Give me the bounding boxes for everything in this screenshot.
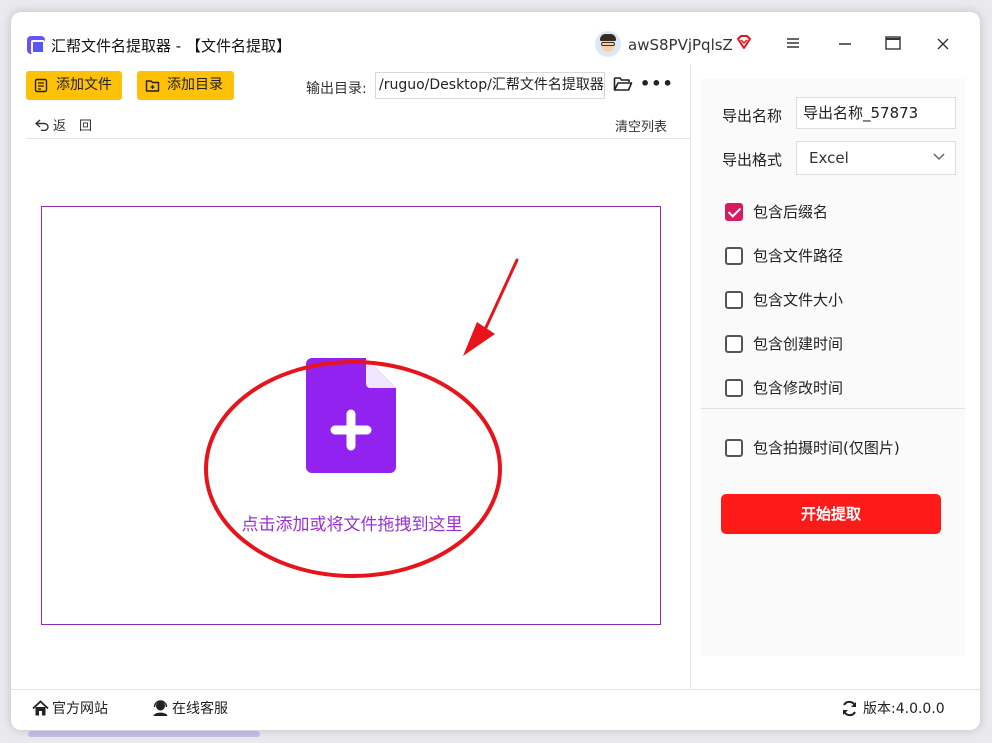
- toolbar-divider: [26, 138, 690, 139]
- export-name-label: 导出名称: [722, 107, 783, 125]
- option-include-extension[interactable]: 包含后缀名: [725, 202, 828, 222]
- add-file-label: 添加文件: [56, 77, 112, 93]
- start-extract-button[interactable]: 开始提取: [721, 494, 941, 534]
- add-directory-label: 添加目录: [167, 77, 223, 93]
- user-avatar[interactable]: [595, 31, 621, 57]
- option-include-modified-time[interactable]: 包含修改时间: [725, 378, 843, 398]
- official-site-label: 官方网站: [52, 701, 108, 717]
- more-options-icon[interactable]: •••: [640, 74, 674, 93]
- avatar-hair: [600, 34, 616, 41]
- chevron-down-icon: [933, 153, 945, 161]
- footer-divider: [11, 689, 980, 690]
- add-folder-icon: [145, 80, 160, 92]
- close-icon[interactable]: [931, 34, 955, 56]
- version-label: 版本:4.0.0.0: [863, 701, 945, 717]
- home-icon: [32, 700, 49, 716]
- back-arrow-icon: [34, 119, 49, 132]
- avatar-glasses: [601, 42, 615, 46]
- option-label: 包含文件路径: [753, 247, 844, 265]
- export-format-value: Excel: [809, 149, 849, 167]
- app-title: 汇帮文件名提取器 - 【文件名提取】: [51, 37, 291, 55]
- drop-hint-text: 点击添加或将文件拖拽到这里: [241, 515, 463, 535]
- panel-divider: [690, 64, 691, 690]
- option-include-path[interactable]: 包含文件路径: [725, 246, 843, 266]
- online-service-link[interactable]: 在线客服: [152, 700, 228, 718]
- app-window: 汇帮文件名提取器 - 【文件名提取】 awS8PVjPqlsZ 添加文件 添加目…: [11, 12, 980, 730]
- option-include-shot-time[interactable]: 包含拍摄时间(仅图片): [725, 438, 900, 458]
- add-directory-button[interactable]: 添加目录: [137, 71, 234, 100]
- output-dir-input[interactable]: /ruguo/Desktop/汇帮文件名提取器: [375, 72, 605, 99]
- clear-list-button[interactable]: 清空列表: [615, 116, 667, 135]
- option-label: 包含后缀名: [753, 203, 829, 221]
- option-label: 包含文件大小: [753, 291, 844, 309]
- online-service-label: 在线客服: [172, 701, 228, 717]
- title-bar: 汇帮文件名提取器 - 【文件名提取】 awS8PVjPqlsZ: [11, 12, 980, 68]
- checkbox[interactable]: [725, 379, 743, 397]
- version-info[interactable]: 版本:4.0.0.0: [841, 700, 945, 718]
- checkbox[interactable]: [725, 439, 743, 457]
- checkbox[interactable]: [725, 291, 743, 309]
- output-dir-label: 输出目录:: [306, 81, 367, 97]
- option-include-created-time[interactable]: 包含创建时间: [725, 334, 843, 354]
- option-label: 包含修改时间: [753, 379, 844, 397]
- checkbox[interactable]: [725, 247, 743, 265]
- file-drop-zone[interactable]: 点击添加或将文件拖拽到这里: [41, 206, 661, 625]
- vip-diamond-icon[interactable]: [736, 34, 752, 50]
- add-file-icon: [34, 78, 48, 93]
- export-name-input[interactable]: 导出名称_57873: [796, 97, 956, 129]
- option-label: 包含拍摄时间(仅图片): [753, 439, 900, 457]
- export-format-select[interactable]: Excel: [796, 141, 956, 175]
- username[interactable]: awS8PVjPqlsZ: [628, 36, 733, 54]
- back-label: 返 回: [53, 119, 93, 134]
- refresh-icon: [843, 700, 856, 717]
- back-button[interactable]: 返 回: [34, 115, 93, 134]
- export-settings-panel: 导出名称 导出名称_57873 导出格式 Excel 包含后缀名 包含文件路径 …: [701, 79, 965, 656]
- app-logo-icon: [27, 36, 45, 54]
- taskbar-accent: [28, 731, 260, 737]
- add-file-button[interactable]: 添加文件: [26, 71, 122, 100]
- menu-icon[interactable]: [781, 34, 805, 56]
- option-include-size[interactable]: 包含文件大小: [725, 290, 843, 310]
- maximize-icon[interactable]: [881, 34, 905, 56]
- export-format-label: 导出格式: [722, 151, 783, 169]
- checkbox[interactable]: [725, 335, 743, 353]
- add-file-large-icon[interactable]: [306, 358, 396, 473]
- open-folder-icon[interactable]: [613, 75, 633, 93]
- official-site-link[interactable]: 官方网站: [32, 700, 108, 718]
- option-label: 包含创建时间: [753, 335, 844, 353]
- checkbox-checked[interactable]: [725, 203, 743, 221]
- minimize-icon[interactable]: [833, 34, 857, 56]
- options-divider: [701, 408, 965, 409]
- headset-icon: [153, 700, 168, 716]
